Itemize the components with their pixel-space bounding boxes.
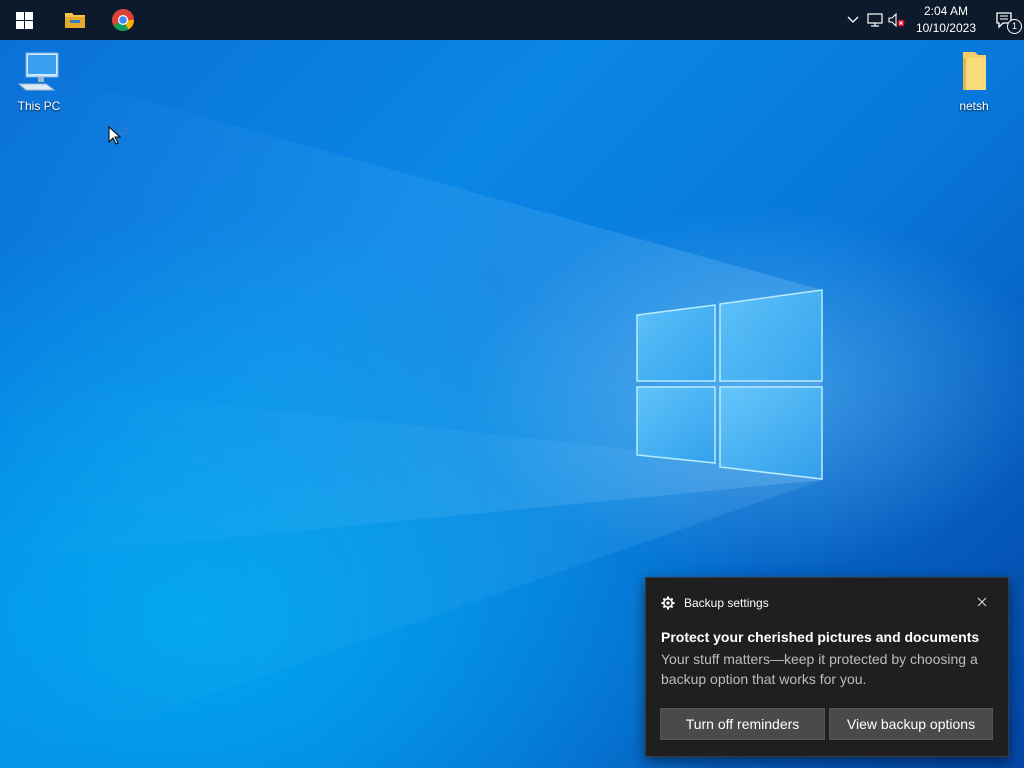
network-button[interactable] (864, 0, 886, 40)
toast-header: Backup settings (661, 596, 769, 610)
computer-icon (17, 52, 59, 91)
windows-logo-icon (15, 11, 33, 29)
desktop-icon-netsh[interactable]: netsh (936, 50, 1012, 113)
gear-icon (661, 596, 675, 610)
desktop-icon-this-pc[interactable]: This PC (1, 50, 77, 113)
start-button[interactable] (0, 0, 48, 40)
chrome-icon (112, 9, 134, 31)
toast-app-name: Backup settings (684, 596, 769, 610)
turn-off-reminders-button[interactable]: Turn off reminders (660, 708, 825, 740)
folder-icon (65, 13, 85, 28)
desktop-icon-label: netsh (959, 99, 989, 113)
volume-muted-icon (888, 13, 905, 27)
clock[interactable]: 2:04 AM 10/10/2023 (908, 3, 984, 37)
file-explorer-button[interactable] (51, 0, 99, 40)
notification-count-badge: 1 (1007, 19, 1022, 34)
system-tray: 2:04 AM 10/10/2023 1 (842, 0, 1024, 40)
cursor-busy-icon (108, 125, 128, 145)
clock-time: 2:04 AM (923, 4, 968, 18)
toast-body: Your stuff matters—keep it protected by … (661, 651, 978, 687)
mouse-cursor (108, 125, 132, 155)
toast-close-button[interactable] (974, 594, 990, 610)
volume-button[interactable] (886, 0, 908, 40)
chevron-up-icon (847, 16, 859, 23)
chrome-button[interactable] (99, 0, 147, 40)
clock-date: 10/10/2023 (915, 21, 976, 35)
action-center-button[interactable]: 1 (984, 0, 1024, 40)
backup-toast: Backup settings Protect your cherished p… (645, 577, 1009, 757)
network-icon (867, 13, 883, 27)
view-backup-options-button[interactable]: View backup options (829, 708, 993, 740)
close-icon (977, 597, 987, 607)
desktop-icon-label: This PC (17, 99, 61, 113)
folder-icon (963, 52, 986, 90)
taskbar: 2:04 AM 10/10/2023 1 (0, 0, 1024, 40)
show-hidden-icons-button[interactable] (842, 0, 864, 40)
toast-title: Protect your cherished pictures and docu… (661, 629, 980, 645)
